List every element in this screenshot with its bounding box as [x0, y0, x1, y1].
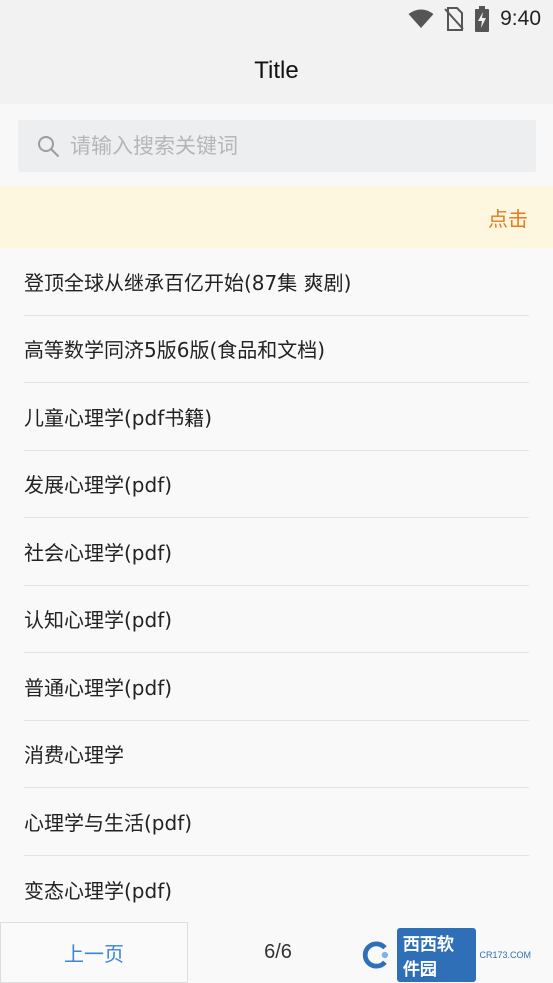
page-title: Title [254, 57, 299, 84]
search-icon [38, 136, 59, 157]
watermark-site: CR173.COM [479, 950, 531, 960]
list-item[interactable]: 发展心理学(pdf) [24, 451, 529, 518]
list-item[interactable]: 普通心理学(pdf) [24, 653, 529, 721]
pagination-bar: 上一页 6/6 西西软件园 CR173.COM [0, 922, 553, 983]
notice-banner: 点击 [0, 186, 553, 248]
status-icons: 9:40 [408, 4, 541, 34]
watermark-brand: 西西软件园 [396, 928, 477, 982]
notice-action-link[interactable]: 点击 [488, 203, 528, 232]
list-item[interactable]: 消费心理学 [24, 721, 529, 788]
list-item[interactable]: 登顶全球从继承百亿开始(87集 爽剧) [24, 248, 529, 316]
status-bar: 9:40 [0, 0, 553, 38]
watermark-logo: 西西软件园 CR173.COM [361, 928, 531, 982]
battery-charging-icon [475, 6, 490, 32]
list-item[interactable]: 社会心理学(pdf) [24, 518, 529, 586]
search-section [0, 104, 553, 186]
list-item[interactable]: 变态心理学(pdf) [24, 856, 529, 923]
status-time: 9:40 [500, 7, 541, 30]
logo-icon [362, 941, 389, 969]
search-input[interactable] [68, 133, 512, 159]
list-item[interactable]: 儿童心理学(pdf书籍) [24, 383, 529, 451]
result-list: 登顶全球从继承百亿开始(87集 爽剧) 高等数学同济5版6版(食品和文档) 儿童… [0, 248, 553, 922]
search-box[interactable] [18, 120, 536, 172]
page-indicator: 6/6 [264, 941, 292, 963]
app-bar: Title [0, 38, 553, 104]
wifi-icon [408, 9, 434, 28]
previous-page-button[interactable]: 上一页 [0, 922, 188, 983]
list-item[interactable]: 高等数学同济5版6版(食品和文档) [24, 316, 529, 383]
list-item[interactable]: 心理学与生活(pdf) [24, 788, 529, 856]
no-sim-icon [444, 7, 464, 31]
list-item[interactable]: 认知心理学(pdf) [24, 586, 529, 653]
